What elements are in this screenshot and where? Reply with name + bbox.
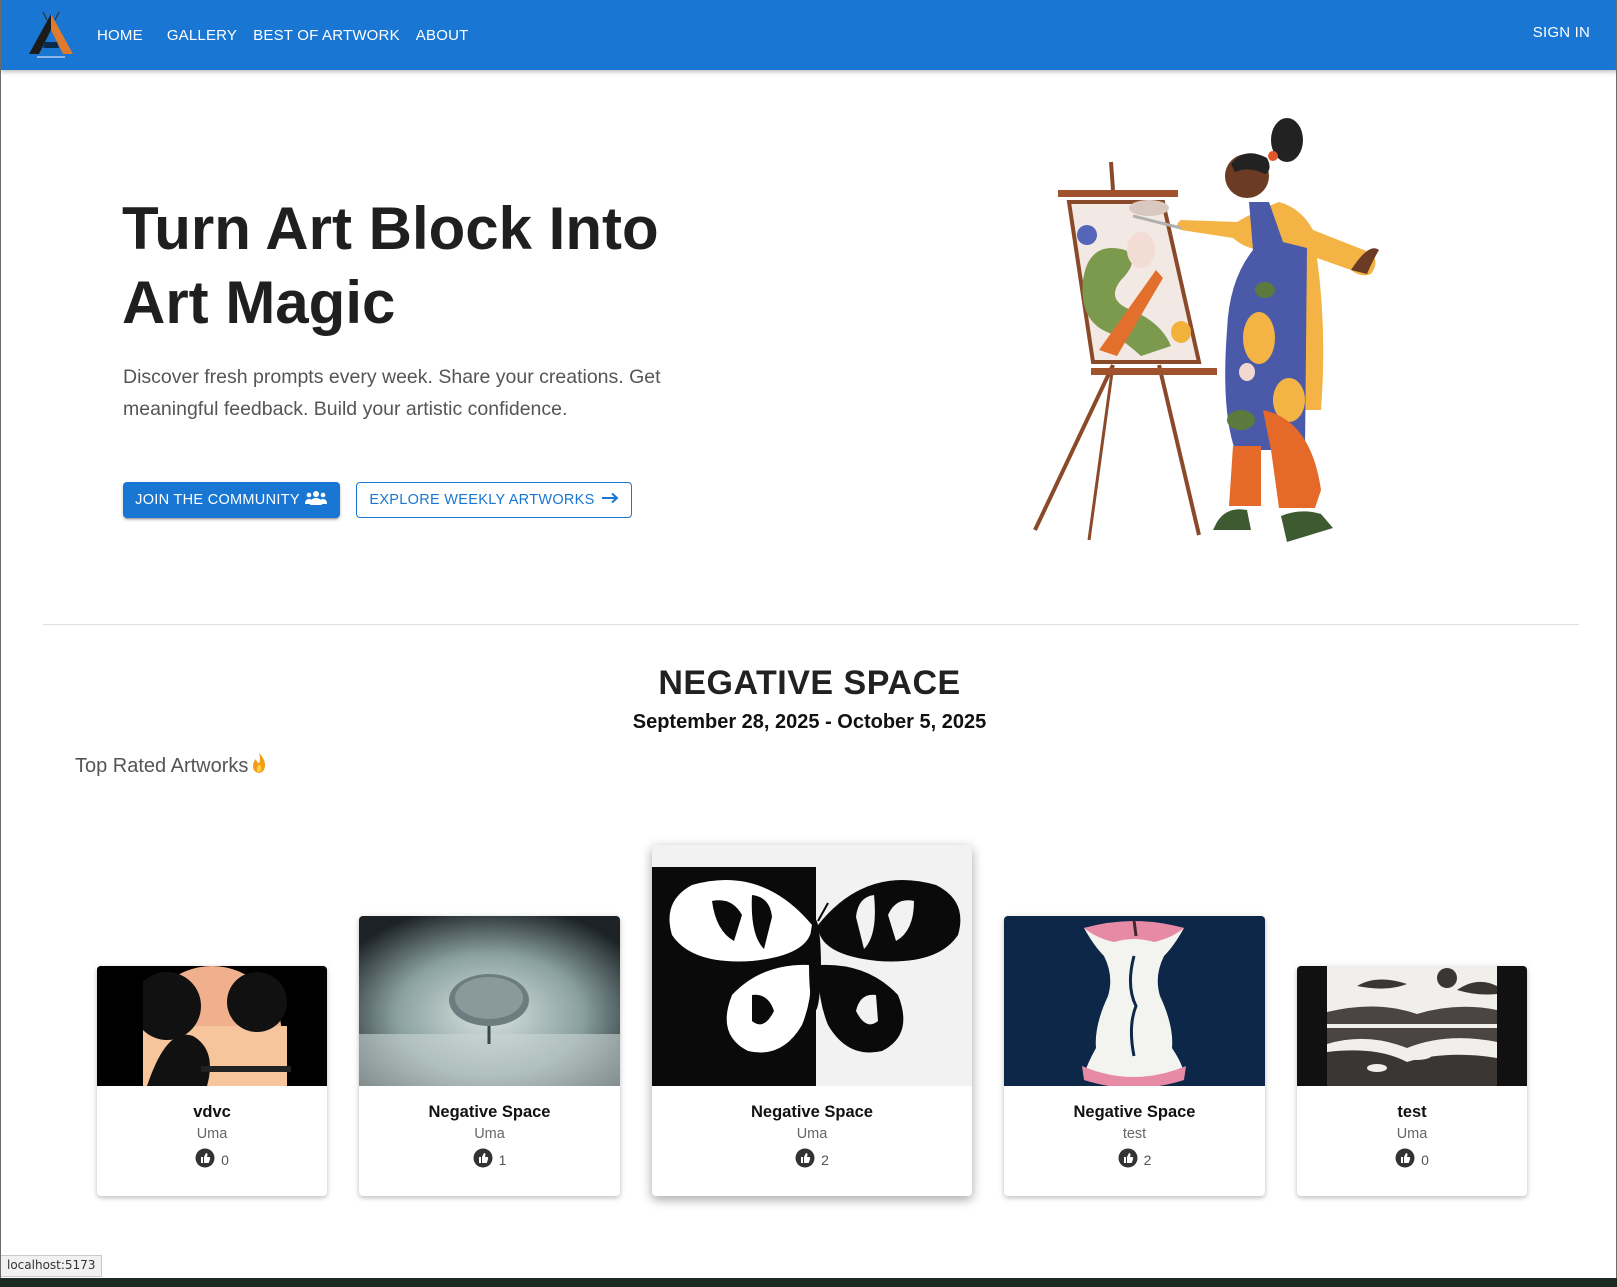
hero-title-line-2: Art Magic — [122, 269, 396, 336]
hero-title: Turn Art Block Into Art Magic — [122, 192, 742, 340]
artwork-title: Negative Space — [428, 1103, 551, 1121]
artwork-author: Uma — [196, 1126, 228, 1142]
nav-gallery[interactable]: GALLERY — [159, 19, 245, 52]
taskbar — [0, 1278, 1617, 1287]
thumbs-up-icon[interactable] — [195, 1148, 215, 1171]
artwork-likes: 1 — [359, 1148, 620, 1171]
join-community-label: JOIN THE COMMUNITY — [135, 492, 300, 508]
artwork-author: Uma — [474, 1126, 505, 1142]
artwork-author: Uma — [1396, 1126, 1428, 1142]
artwork-card[interactable]: Negative Space Uma 2 — [652, 845, 972, 1196]
brand-logo[interactable] — [23, 8, 79, 60]
explore-weekly-artworks-label: EXPLORE WEEKLY ARTWORKS — [369, 492, 595, 508]
nav-home[interactable]: HOME — [89, 19, 151, 52]
page: HOME GALLERY BEST OF ARTWORK ABOUT SIGN … — [0, 0, 1617, 1278]
artwork-image — [1297, 966, 1527, 1086]
thumbs-up-icon[interactable] — [473, 1148, 493, 1171]
status-bar-url: localhost:5173 — [1, 1255, 103, 1277]
thumbs-up-icon[interactable] — [1395, 1148, 1415, 1171]
artwork-likes: 0 — [97, 1148, 327, 1171]
artwork-title: Negative Space — [1073, 1103, 1196, 1121]
top-rated-label: Top Rated Artworks — [75, 754, 249, 777]
artwork-author: Uma — [796, 1126, 828, 1142]
hero-subtitle: Discover fresh prompts every week. Share… — [123, 366, 661, 420]
nav-about[interactable]: ABOUT — [408, 19, 477, 52]
artwork-title: vdvc — [193, 1103, 231, 1121]
artwork-likes: 2 — [1004, 1148, 1265, 1171]
explore-weekly-artworks-button[interactable]: EXPLORE WEEKLY ARTWORKS — [356, 482, 632, 518]
like-count: 0 — [1421, 1151, 1429, 1168]
like-count: 2 — [1143, 1151, 1152, 1168]
thumbs-up-icon[interactable] — [1118, 1148, 1138, 1171]
artwork-card[interactable]: Negative Space test 2 — [1004, 916, 1265, 1196]
app-bar: HOME GALLERY BEST OF ARTWORK ABOUT SIGN … — [1, 0, 1616, 70]
artwork-title: Negative Space — [751, 1103, 873, 1121]
artwork-likes: 0 — [1297, 1148, 1527, 1171]
section-divider — [43, 624, 1579, 625]
artwork-card[interactable]: vdvc Uma 0 — [97, 966, 327, 1196]
hero-title-line-1: Turn Art Block Into — [122, 195, 659, 262]
artwork-image — [359, 916, 620, 1086]
nav-best-of-artwork[interactable]: BEST OF ARTWORK — [245, 19, 408, 52]
artwork-image — [1004, 916, 1265, 1086]
artwork-likes: 2 — [652, 1148, 972, 1171]
sign-in-button[interactable]: SIGN IN — [1533, 24, 1590, 41]
artwork-title: test — [1397, 1103, 1427, 1121]
like-count: 0 — [221, 1151, 229, 1168]
fire-icon — [250, 752, 268, 780]
main-nav: HOME GALLERY BEST OF ARTWORK ABOUT — [89, 0, 476, 70]
artwork-card[interactable]: Negative Space Uma 1 — [359, 916, 620, 1196]
like-count: 2 — [821, 1151, 829, 1168]
artwork-image — [97, 966, 327, 1086]
painter-illustration — [1021, 110, 1401, 570]
artwork-image — [652, 845, 972, 1086]
top-rated-heading: Top Rated Artworks — [75, 752, 268, 780]
join-community-button[interactable]: JOIN THE COMMUNITY — [123, 482, 340, 518]
like-count: 1 — [498, 1151, 507, 1168]
users-icon — [304, 490, 328, 510]
weekly-theme-dates: September 28, 2025 - October 5, 2025 — [632, 711, 987, 733]
thumbs-up-icon[interactable] — [795, 1148, 815, 1171]
weekly-theme-title: NEGATIVE SPACE — [658, 664, 961, 702]
arrow-right-icon — [601, 492, 619, 508]
artwork-author: test — [1122, 1126, 1147, 1142]
artwork-card[interactable]: test Uma 0 — [1297, 966, 1527, 1196]
